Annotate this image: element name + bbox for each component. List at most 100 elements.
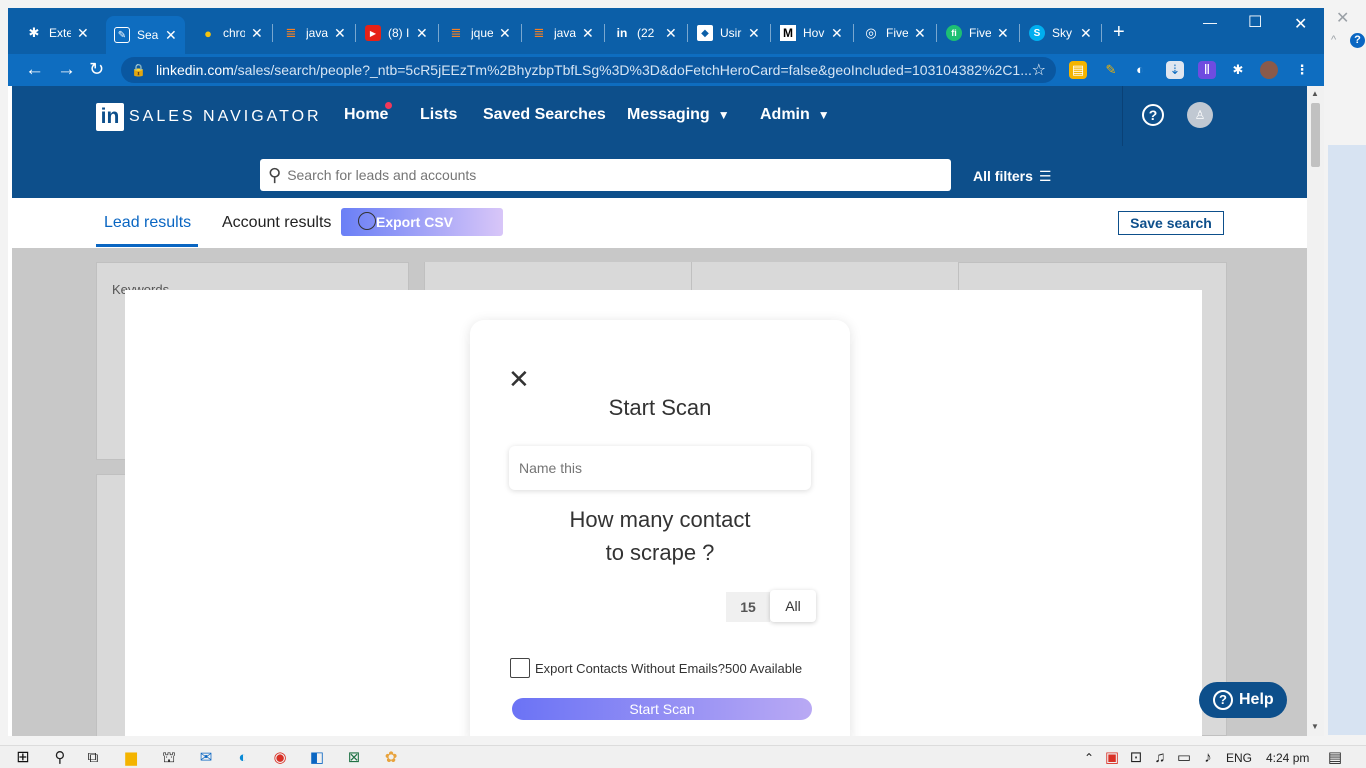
tab-extensions[interactable]: ✱ Exte ✕	[26, 18, 89, 48]
tab-jquery[interactable]: ≣ jque ✕	[448, 18, 511, 48]
chrome-icon[interactable]: ◉	[271, 749, 289, 767]
tab-medium[interactable]: M Hov ✕	[780, 18, 843, 48]
tab-lead-results[interactable]: Lead results	[104, 214, 191, 232]
chevron-up-icon[interactable]: ⌃	[1080, 749, 1098, 767]
scroll-thumb[interactable]	[1311, 103, 1320, 167]
export-csv-button[interactable]: Export CSV	[341, 208, 503, 236]
scan-name-field[interactable]	[509, 446, 811, 490]
nav-lists[interactable]: Lists	[420, 106, 457, 124]
close-icon[interactable]: ✕	[831, 25, 843, 42]
volume-icon[interactable]: ♪	[1199, 749, 1217, 767]
scroll-up-icon[interactable]: ▲	[1311, 89, 1319, 98]
globe-icon: ◎	[865, 25, 877, 40]
extension-note-icon[interactable]: ▤	[1069, 61, 1087, 79]
sales-navigator-logo[interactable]: in SALES NAVIGATOR	[96, 103, 322, 131]
extensions-puzzle-icon[interactable]: ✱	[1229, 61, 1247, 79]
chevron-up-icon[interactable]: ^	[1331, 34, 1336, 46]
save-search-button[interactable]: Save search	[1118, 211, 1224, 235]
contact-count-value[interactable]: 15	[726, 592, 770, 622]
close-icon[interactable]: ✕	[582, 25, 594, 42]
close-icon[interactable]: ✕	[748, 25, 760, 42]
bookmark-star-icon[interactable]: ☆	[1032, 60, 1046, 80]
vscode-icon[interactable]: ◧	[308, 749, 326, 767]
tab-sales-search[interactable]: ✎ Sea ✕	[106, 16, 185, 54]
close-icon[interactable]: ✕	[499, 25, 511, 42]
mail-icon[interactable]: ✉	[197, 749, 215, 767]
close-icon[interactable]: ✕	[165, 27, 177, 44]
excel-icon[interactable]: ⊠	[345, 749, 363, 767]
export-without-emails-checkbox[interactable]	[510, 658, 530, 678]
close-window-icon[interactable]: ✕	[1294, 14, 1307, 34]
tab-linkedin[interactable]: in (22 ✕	[614, 18, 677, 48]
nav-admin[interactable]: Admin ▼	[760, 106, 830, 124]
profile-avatar-icon[interactable]	[1260, 61, 1278, 79]
help-button[interactable]: ? Help	[1199, 682, 1287, 718]
forward-icon[interactable]: →	[57, 59, 76, 81]
new-tab-button[interactable]: +	[1113, 21, 1125, 44]
help-icon[interactable]: ?	[1350, 33, 1365, 48]
extension-pencil-icon[interactable]: ✎	[1102, 61, 1120, 79]
scroll-down-icon[interactable]: ▼	[1311, 722, 1319, 731]
close-icon[interactable]: ✕	[251, 25, 263, 42]
tab-skype[interactable]: S Sky ✕	[1029, 18, 1092, 48]
tab-label: jque	[471, 26, 493, 40]
tab-java-2[interactable]: ≣ java ✕	[531, 18, 594, 48]
reload-icon[interactable]: ↻	[89, 59, 104, 80]
nav-home[interactable]: Home	[344, 106, 388, 124]
close-icon[interactable]: ✕	[997, 25, 1009, 42]
close-icon[interactable]: ✕	[508, 364, 530, 395]
scan-name-input[interactable]	[519, 460, 799, 476]
minimize-icon[interactable]: —	[1203, 14, 1217, 30]
network-icon[interactable]: ⊡	[1127, 749, 1145, 767]
close-icon[interactable]: ✕	[416, 25, 428, 42]
tab-youtube[interactable]: ▶ (8) I ✕	[365, 18, 428, 48]
search-box[interactable]: ⚲	[260, 159, 951, 191]
extension-purple-icon[interactable]: Ⅱ	[1198, 61, 1216, 79]
tab-five-1[interactable]: ◎ Five ✕	[863, 18, 926, 48]
extension-download-icon[interactable]: ⇣	[1166, 61, 1184, 79]
notifications-icon[interactable]: ▤	[1326, 749, 1344, 767]
url-field[interactable]: 🔒 linkedin.com/sales/search/people?_ntb=…	[121, 57, 1056, 83]
store-icon[interactable]: ⛫	[160, 749, 178, 767]
extension-contrast-icon[interactable]: ◐	[1131, 61, 1149, 79]
nav-messaging[interactable]: Messaging ▼	[627, 106, 730, 124]
search-icon[interactable]: ⚲	[51, 749, 69, 767]
clock[interactable]: 4:24 pm	[1266, 751, 1309, 765]
tab-five-2[interactable]: fi Five ✕	[946, 18, 1009, 48]
all-contacts-button[interactable]: All	[770, 590, 816, 622]
avatar[interactable]: ♙	[1187, 102, 1213, 128]
close-icon[interactable]: ✕	[914, 25, 926, 42]
question-line-2: to scrape ?	[605, 540, 715, 565]
back-icon[interactable]: ←	[25, 59, 44, 81]
menu-kebab-icon[interactable]: ⋮	[1293, 61, 1311, 79]
close-icon[interactable]: ✕	[1080, 25, 1092, 42]
nav-saved-searches[interactable]: Saved Searches	[483, 106, 606, 124]
tab-account-results[interactable]: Account results	[222, 214, 331, 232]
help-circle-icon[interactable]: ?	[1142, 104, 1164, 126]
tab-using[interactable]: ◆ Usir ✕	[697, 18, 760, 48]
export-without-emails-row[interactable]: Export Contacts Without Emails?500 Avail…	[510, 658, 802, 678]
close-icon[interactable]: ✕	[334, 25, 346, 42]
nav-messaging-label: Messaging	[627, 106, 710, 123]
page-scrollbar[interactable]: ▲ ▼	[1307, 86, 1324, 736]
tab-chrome[interactable]: ● chro ✕	[200, 18, 263, 48]
file-explorer-icon[interactable]: ▆	[122, 749, 140, 767]
all-filters-button[interactable]: All filters ☰	[973, 168, 1051, 185]
task-view-icon[interactable]: ⧉	[84, 749, 102, 767]
start-scan-button[interactable]: Start Scan	[512, 698, 812, 720]
export-csv-label: Export CSV	[376, 214, 454, 230]
maximize-icon[interactable]: ☐	[1248, 12, 1262, 32]
microphone-icon[interactable]: ♫	[1151, 749, 1169, 767]
close-icon[interactable]: ✕	[1336, 8, 1349, 28]
close-icon[interactable]: ✕	[665, 25, 677, 42]
windows-start-icon[interactable]: ⊞	[14, 749, 32, 767]
question-icon: ?	[1213, 690, 1233, 710]
close-icon[interactable]: ✕	[77, 25, 89, 42]
pdf-icon[interactable]: ▣	[1103, 749, 1121, 767]
paint-icon[interactable]: ✿	[382, 749, 400, 767]
battery-icon[interactable]: ▭	[1175, 749, 1193, 767]
edge-icon[interactable]: ◐	[234, 749, 252, 767]
search-input[interactable]	[287, 167, 888, 183]
tab-java-1[interactable]: ≣ java ✕	[283, 18, 346, 48]
language-indicator[interactable]: ENG	[1226, 751, 1252, 765]
